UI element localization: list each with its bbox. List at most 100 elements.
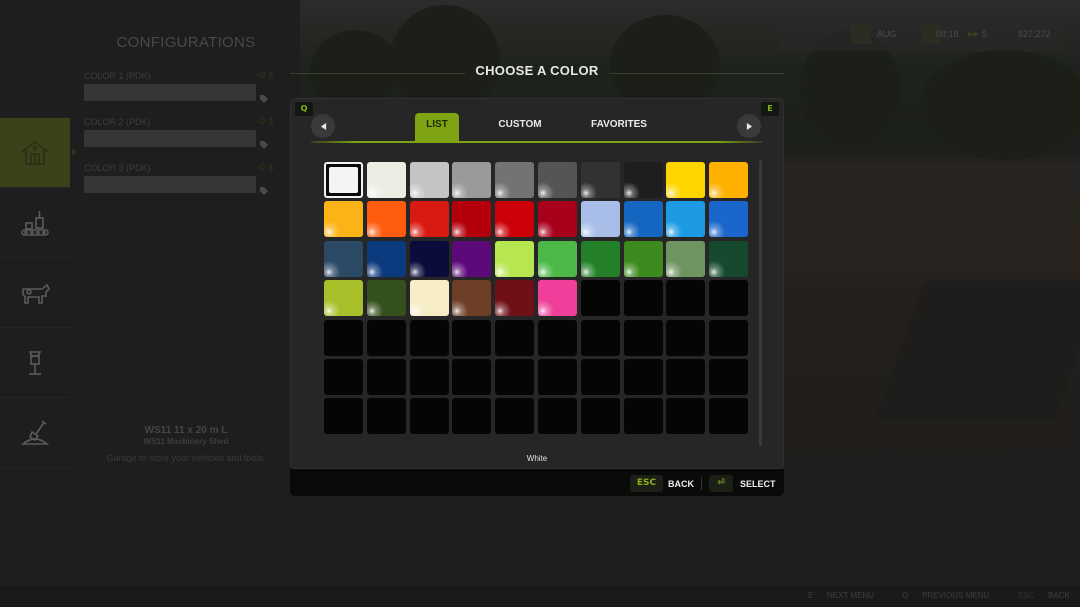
next-tab-key: E (761, 102, 779, 116)
color-swatch[interactable] (538, 201, 577, 238)
nav-item-production[interactable] (0, 188, 70, 258)
swatch-shine (709, 201, 749, 238)
empty-swatch-slot (666, 280, 706, 317)
screen: AUG 08:18 ▶▶ 5 827,272 CONFIGURATIONS CO… (0, 0, 1080, 607)
item-name: WS11 11 x 20 m L (144, 425, 228, 436)
color-swatch-selected[interactable] (324, 162, 363, 198)
swatch-shine (324, 201, 363, 238)
color-swatch[interactable] (623, 162, 663, 198)
color-swatch[interactable] (495, 201, 535, 238)
empty-swatch-slot (666, 359, 706, 395)
previous-menu-button[interactable]: PREVIOUS MENU (922, 591, 989, 600)
color-swatch[interactable] (538, 280, 577, 317)
empty-swatch-slot (666, 398, 706, 435)
tab-list[interactable]: LIST (415, 113, 459, 142)
swatch-shine (495, 280, 535, 317)
color-swatch[interactable] (409, 201, 449, 238)
empty-swatch-slot (409, 398, 449, 435)
swatch-fill (329, 167, 358, 193)
swatch-shine (409, 201, 449, 238)
color-swatch[interactable] (452, 201, 492, 238)
color-swatch[interactable] (409, 162, 449, 198)
color-swatch[interactable] (452, 280, 492, 317)
nav-item-animals[interactable] (0, 258, 70, 328)
swatch-shine (709, 240, 749, 277)
color-swatch[interactable] (366, 162, 406, 198)
color-swatch[interactable] (580, 240, 620, 277)
nav-active-indicator (72, 148, 77, 156)
grid-scrollbar[interactable] (759, 160, 762, 446)
color-swatch[interactable] (324, 240, 363, 277)
back-menu-button[interactable]: BACK (1048, 591, 1070, 600)
color-swatch[interactable] (324, 280, 363, 317)
swatch-shine (495, 162, 535, 198)
color-swatch[interactable] (709, 240, 749, 277)
bottom-hint-bar (0, 586, 1080, 607)
swatch-shine (709, 162, 749, 198)
color-swatch[interactable] (452, 240, 492, 277)
color-swatch[interactable] (366, 201, 406, 238)
enter-key-icon: ⏎ (709, 475, 733, 492)
swatch-shine (538, 162, 577, 198)
empty-swatch-slot (452, 398, 492, 435)
color-swatch[interactable] (538, 162, 577, 198)
color-swatch[interactable] (495, 162, 535, 198)
nav-item-buildings[interactable] (0, 118, 70, 188)
empty-swatch-slot (623, 319, 663, 356)
empty-swatch-slot (709, 319, 749, 356)
next-menu-button[interactable]: NEXT MENU (827, 591, 874, 600)
color-swatch[interactable] (324, 201, 363, 238)
next-tab-button[interactable] (737, 114, 761, 138)
color-swatch[interactable] (623, 201, 663, 238)
swatch-shine (580, 240, 620, 277)
config-option-selector[interactable] (84, 84, 256, 101)
swatch-shine (495, 240, 535, 277)
swatch-shine (666, 240, 706, 277)
color-swatch[interactable] (580, 162, 620, 198)
color-swatch[interactable] (409, 280, 449, 317)
swatch-shine (666, 201, 706, 238)
color-swatch[interactable] (495, 240, 535, 277)
config-option-label: COLOR 3 (PDK) (84, 163, 151, 173)
color-swatch[interactable] (623, 240, 663, 277)
swatch-shine (538, 240, 577, 277)
nav-item-decoration[interactable] (0, 328, 70, 398)
color-swatch[interactable] (366, 240, 406, 277)
select-button[interactable]: SELECT (740, 479, 776, 489)
color-swatch[interactable] (538, 240, 577, 277)
color-swatch[interactable] (452, 162, 492, 198)
color-swatch[interactable] (666, 201, 706, 238)
empty-swatch-slot (366, 319, 406, 356)
prev-tab-button[interactable] (311, 114, 335, 138)
color-swatch[interactable] (666, 162, 706, 198)
tab-favorites[interactable]: FAVORITES (584, 113, 654, 142)
back-button[interactable]: BACK (668, 479, 694, 489)
color-swatch[interactable] (366, 280, 406, 317)
empty-swatch-slot (538, 359, 577, 395)
swatch-shine (452, 201, 492, 238)
swatch-shine (495, 201, 535, 238)
color-swatch[interactable] (409, 240, 449, 277)
color-swatch[interactable] (709, 162, 749, 198)
config-option-selector[interactable] (84, 176, 256, 193)
color-swatch[interactable] (666, 240, 706, 277)
empty-swatch-slot (324, 319, 363, 356)
empty-swatch-slot (709, 280, 749, 317)
swatch-shine (623, 240, 663, 277)
item-subtitle: WS11 Machinery Shed (143, 437, 229, 446)
empty-swatch-slot (538, 319, 577, 356)
arrow-right-icon (746, 122, 752, 130)
config-option-selector[interactable] (84, 130, 256, 147)
tab-custom[interactable]: CUSTOM (490, 113, 550, 142)
config-option-color-1[interactable]: COLOR 1 (PDK) -0 $ (84, 71, 274, 103)
empty-swatch-slot (452, 359, 492, 395)
color-swatch[interactable] (580, 201, 620, 238)
hud-speed: 5 (982, 29, 988, 39)
config-option-color-3[interactable]: COLOR 3 (PDK) -0 $ (84, 163, 274, 195)
config-option-color-2[interactable]: COLOR 2 (PDK) -0 $ (84, 117, 274, 149)
swatch-shine (538, 280, 577, 317)
empty-swatch-slot (580, 319, 620, 356)
color-swatch[interactable] (709, 201, 749, 238)
color-swatch[interactable] (495, 280, 535, 317)
nav-item-landscaping[interactable] (0, 398, 70, 468)
